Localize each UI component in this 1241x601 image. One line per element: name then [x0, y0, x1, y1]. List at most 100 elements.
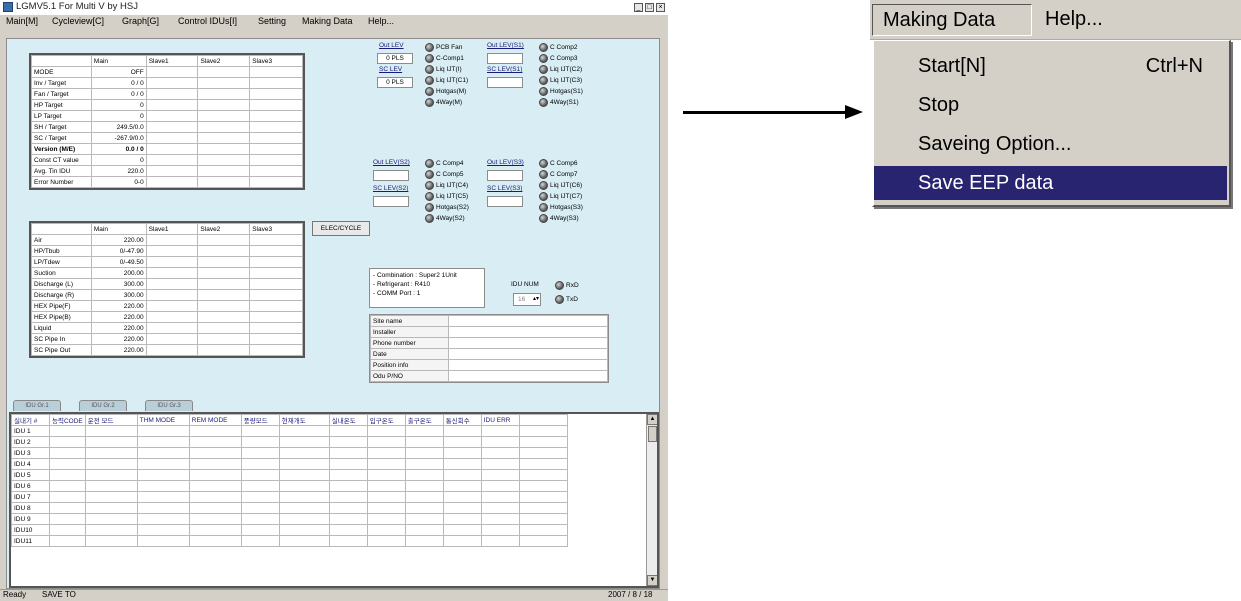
- idu-id: IDU 1: [11, 425, 50, 437]
- spin-arrows-icon[interactable]: ▴▾: [533, 294, 539, 305]
- idu-cell: [84, 436, 138, 448]
- idu-column-header: 실내온도: [328, 414, 368, 426]
- combination-text: - Combination : Super2 1Unit: [373, 272, 457, 279]
- indicator-row: Hotgas(S2): [425, 203, 469, 212]
- column-header: Main: [90, 55, 147, 67]
- indicator-label: C Comp2: [550, 44, 578, 51]
- idu-row[interactable]: IDU 6: [11, 480, 568, 492]
- outdoor-status-table: Main Slave1 Slave2 Slave3 MODE OFF Inv / Targe…: [29, 53, 305, 190]
- slave-value: [249, 289, 303, 301]
- indicator-label: 4Way(S2): [436, 215, 465, 222]
- scroll-thumb[interactable]: [648, 426, 657, 442]
- idu-row[interactable]: IDU 5: [11, 469, 568, 481]
- site-field-value[interactable]: [448, 315, 608, 327]
- table-row: SH / Target 249.5/0.0: [31, 121, 303, 133]
- idu-row[interactable]: IDU10: [11, 524, 568, 536]
- site-field-value[interactable]: [448, 370, 608, 382]
- column-header: Slave2: [197, 55, 251, 67]
- indicator-label: Liq IJT(C4): [436, 182, 469, 189]
- column-header: [31, 223, 92, 235]
- idu-cell: [136, 524, 190, 536]
- row-label: HEX Pipe(F): [31, 300, 92, 312]
- slave-value: [145, 143, 199, 155]
- main-value: -267.9/0.0: [90, 132, 147, 144]
- slave-value: [249, 300, 303, 312]
- slave-value: [197, 267, 251, 279]
- tab-idu-gr2[interactable]: IDU Gr.2: [79, 400, 127, 411]
- slave-value: [249, 132, 303, 144]
- idu-cell: [49, 436, 86, 448]
- idu-row[interactable]: IDU11: [11, 535, 568, 547]
- zoomed-menu-help[interactable]: Help...: [1045, 4, 1103, 34]
- site-field-value[interactable]: [448, 359, 608, 371]
- idu-cell: [240, 513, 280, 525]
- indicator-label: Liq IJT(C3): [550, 77, 583, 84]
- menu-help[interactable]: Help...: [368, 16, 394, 26]
- slave-value: [145, 88, 199, 100]
- idu-row[interactable]: IDU 7: [11, 491, 568, 503]
- idu-cell: [188, 425, 242, 437]
- idu-cell: [49, 469, 86, 481]
- menu-item-saving-option[interactable]: Saveing Option...: [874, 127, 1227, 161]
- indicator-label: Hotgas(M): [436, 88, 467, 95]
- idu-cell: [518, 458, 568, 470]
- row-label: SC / Target: [31, 132, 92, 144]
- site-field-value[interactable]: [448, 337, 608, 349]
- idu-cell: [278, 491, 330, 503]
- menu-cycleview[interactable]: Cycleview[C]: [52, 16, 104, 26]
- table-row: MODE OFF: [31, 66, 303, 78]
- scroll-down-icon[interactable]: ▼: [647, 575, 657, 586]
- tab-idu-gr3[interactable]: IDU Gr.3: [145, 400, 193, 411]
- idu-cell: [136, 436, 190, 448]
- slave-value: [145, 267, 199, 279]
- menu-setting[interactable]: Setting: [258, 16, 286, 26]
- idu-row[interactable]: IDU 8: [11, 502, 568, 514]
- slave-value: [145, 154, 199, 166]
- slave-value: [249, 176, 303, 188]
- idu-row[interactable]: IDU 1: [11, 425, 568, 437]
- row-label: Discharge (R): [31, 289, 92, 301]
- idu-cell: [84, 458, 138, 470]
- site-field-value[interactable]: [448, 326, 608, 338]
- idu-column-header: 실내기 #: [11, 414, 50, 426]
- menu-item-stop[interactable]: Stop: [874, 88, 1227, 122]
- menu-item-start[interactable]: Start[N] Ctrl+N: [874, 49, 1227, 83]
- idu-cell: [49, 447, 86, 459]
- minimize-button[interactable]: _: [634, 3, 643, 12]
- indicator-row: 4Way(S1): [539, 98, 579, 107]
- idu-row[interactable]: IDU 3: [11, 447, 568, 459]
- idu-column-header: 운전 모드: [84, 414, 138, 426]
- rxd-led-icon: [555, 281, 564, 290]
- menu-main[interactable]: Main[M]: [6, 16, 38, 26]
- menu-control-idus[interactable]: Control IDUs[I]: [178, 16, 237, 26]
- menu-making-data[interactable]: Making Data: [302, 16, 353, 26]
- idu-cell: [480, 469, 520, 481]
- idu-num-spinner[interactable]: 16 ▴▾: [513, 293, 541, 306]
- out-lev-label: Out LEV: [379, 42, 404, 49]
- menu-graph[interactable]: Graph[G]: [122, 16, 159, 26]
- out-lev-s1-label: Out LEV(S1): [487, 42, 524, 49]
- idu-cell: [278, 513, 330, 525]
- idu-row[interactable]: IDU 9: [11, 513, 568, 525]
- idu-cell: [278, 469, 330, 481]
- temperature-table: Main Slave1 Slave2 Slave3 Air 220.00 HP/Tbub 0/…: [29, 221, 305, 358]
- status-led-icon: [425, 181, 434, 190]
- idu-column-header: THM MODE: [136, 414, 190, 426]
- idu-cell: [366, 524, 406, 536]
- close-button[interactable]: ×: [656, 3, 665, 12]
- idu-row[interactable]: IDU 4: [11, 458, 568, 470]
- idu-scrollbar[interactable]: ▲ ▼: [646, 414, 657, 586]
- zoomed-menu-making-data[interactable]: Making Data: [872, 4, 1032, 36]
- tab-idu-gr1[interactable]: IDU Gr.1: [13, 400, 61, 411]
- site-field-value[interactable]: [448, 348, 608, 360]
- slave-value: [145, 121, 199, 133]
- slave-value: [197, 143, 251, 155]
- elec-cycle-button[interactable]: ELEC/CYCLE: [312, 221, 370, 236]
- idu-row[interactable]: IDU 2: [11, 436, 568, 448]
- idu-cell: [278, 524, 330, 536]
- slave-value: [197, 333, 251, 345]
- slave-value: [249, 322, 303, 334]
- scroll-up-icon[interactable]: ▲: [647, 414, 657, 425]
- maximize-button[interactable]: □: [645, 3, 654, 12]
- menu-item-save-eep-data[interactable]: Save EEP data: [874, 166, 1227, 200]
